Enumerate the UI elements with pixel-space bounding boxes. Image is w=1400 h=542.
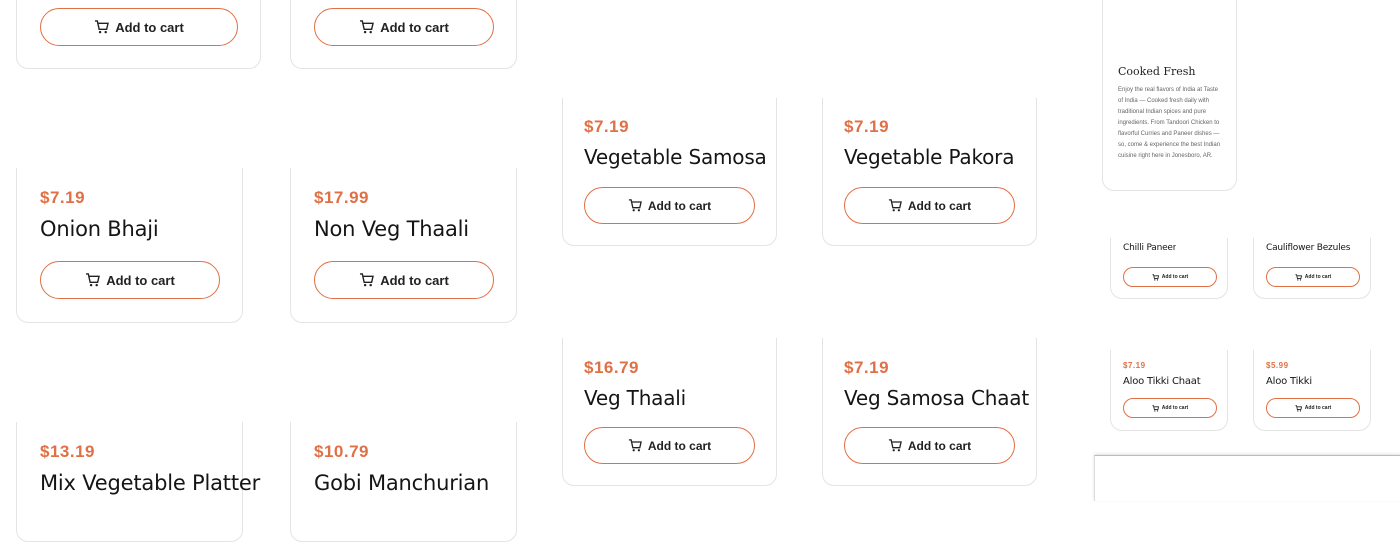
product-price: $7.19	[844, 358, 890, 377]
mini-product-title: Aloo Tikki	[1266, 376, 1312, 387]
mini-product-price: $7.19	[1123, 361, 1146, 370]
mini-add-to-cart-button[interactable]: Add to cart	[1266, 267, 1360, 287]
preview-frame	[1094, 455, 1400, 501]
product-price: $7.19	[844, 117, 890, 136]
mini-product-card: $5.99 Aloo Tikki Add to cart	[1253, 350, 1371, 431]
add-to-cart-label: Add to cart	[647, 438, 712, 453]
product-price: $10.79	[314, 442, 369, 461]
cart-icon	[359, 273, 375, 287]
cart-icon	[628, 439, 642, 452]
mini-add-to-cart-button[interactable]: Add to cart	[1266, 398, 1360, 418]
add-to-cart-label: Add to cart	[907, 438, 972, 453]
product-card: $7.19 Veg Samosa Chaat Add to cart	[822, 338, 1037, 486]
add-to-cart-label: Add to cart	[380, 19, 449, 35]
add-to-cart-label: Add to cart	[115, 19, 184, 35]
cart-icon	[94, 20, 110, 34]
cart-icon	[1152, 273, 1159, 281]
cart-icon	[888, 199, 902, 212]
mini-add-to-cart-button[interactable]: Add to cart	[1123, 267, 1217, 287]
product-card: Add to cart	[290, 0, 517, 69]
add-to-cart-label: Add to cart	[1161, 405, 1189, 411]
product-card: $17.99 Non Veg Thaali Add to cart	[290, 168, 517, 323]
cart-icon	[888, 439, 902, 452]
product-card: $7.19 Vegetable Samosa Add to cart	[562, 98, 777, 246]
cart-icon	[359, 20, 375, 34]
product-title: Onion Bhaji	[40, 217, 159, 241]
intro-card: Cooked Fresh Enjoy the real flavors of I…	[1102, 0, 1237, 191]
add-to-cart-label: Add to cart	[380, 272, 449, 288]
add-to-cart-label: Add to cart	[1161, 274, 1189, 280]
add-to-cart-label: Add to cart	[907, 198, 972, 213]
add-to-cart-button[interactable]: Add to cart	[314, 261, 494, 299]
add-to-cart-label: Add to cart	[1304, 274, 1332, 280]
product-price: $7.19	[584, 117, 630, 136]
product-title: Veg Thaali	[584, 386, 687, 410]
product-price: $17.99	[314, 188, 369, 207]
add-to-cart-button[interactable]: Add to cart	[584, 427, 755, 464]
cart-icon	[1152, 404, 1159, 412]
product-price: $16.79	[584, 358, 639, 377]
mini-add-to-cart-button[interactable]: Add to cart	[1123, 398, 1217, 418]
product-price: $13.19	[40, 442, 95, 461]
cart-icon	[1295, 273, 1302, 281]
product-title: Vegetable Pakora	[844, 145, 1015, 169]
cart-icon	[85, 273, 101, 287]
cart-icon	[628, 199, 642, 212]
product-card: $7.19 Vegetable Pakora Add to cart	[822, 98, 1037, 246]
mini-product-title: Aloo Tikki Chaat	[1123, 376, 1201, 387]
mini-product-card: $7.19 Aloo Tikki Chaat Add to cart	[1110, 350, 1228, 431]
intro-text: Enjoy the real flavors of India at Taste…	[1118, 87, 1221, 159]
add-to-cart-label: Add to cart	[106, 272, 175, 288]
product-card: $10.79 Gobi Manchurian	[290, 422, 517, 542]
cart-icon	[1295, 404, 1302, 412]
add-to-cart-button[interactable]: Add to cart	[584, 187, 755, 224]
product-title: Vegetable Samosa	[584, 145, 767, 169]
add-to-cart-button[interactable]: Add to cart	[314, 8, 494, 46]
product-price: $7.19	[40, 188, 86, 207]
intro-heading: Cooked Fresh	[1118, 65, 1196, 78]
product-title: Veg Samosa Chaat	[844, 386, 1029, 410]
add-to-cart-label: Add to cart	[1304, 405, 1332, 411]
mini-product-title: Chilli Paneer	[1123, 243, 1177, 250]
product-title: Gobi Manchurian	[314, 471, 490, 495]
add-to-cart-button[interactable]: Add to cart	[844, 187, 1015, 224]
mini-product-card: Cauliflower Bezules Add to cart	[1253, 238, 1371, 299]
product-card: $7.19 Onion Bhaji Add to cart	[16, 168, 243, 323]
add-to-cart-label: Add to cart	[647, 198, 712, 213]
add-to-cart-button[interactable]: Add to cart	[40, 8, 238, 46]
product-card: $13.19 Mix Vegetable Platter	[16, 422, 260, 542]
product-card: Add to cart	[16, 0, 261, 69]
mini-product-card: Chilli Paneer Add to cart	[1110, 238, 1228, 299]
product-card: $16.79 Veg Thaali Add to cart	[562, 338, 777, 486]
add-to-cart-button[interactable]: Add to cart	[40, 261, 220, 299]
mini-product-price: $5.99	[1266, 361, 1289, 370]
product-title: Non Veg Thaali	[314, 217, 469, 241]
add-to-cart-button[interactable]: Add to cart	[844, 427, 1015, 464]
mini-product-title: Cauliflower Bezules	[1266, 243, 1351, 250]
product-title: Mix Vegetable Platter	[40, 471, 261, 495]
